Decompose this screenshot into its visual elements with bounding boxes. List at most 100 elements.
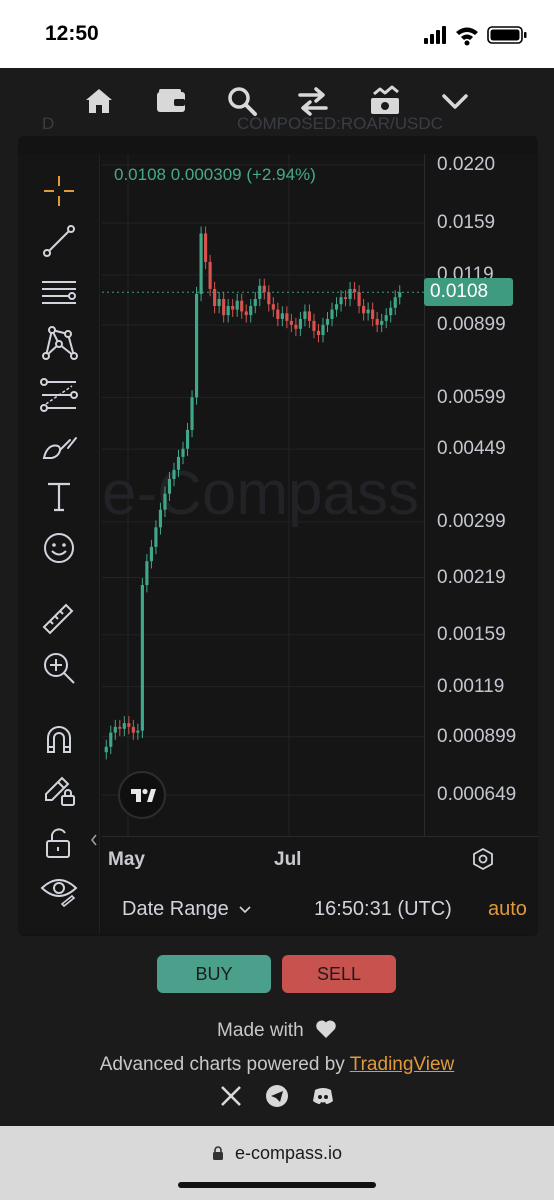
x-icon[interactable] [219,1084,243,1108]
search-icon[interactable] [225,84,259,118]
heart-icon [316,1020,336,1038]
powered-by-text: Advanced charts powered by TradingView [0,1054,554,1076]
horizontal-lines-icon[interactable] [38,272,80,314]
price-label: 0.00159 [437,623,506,645]
ohlc-legend: 0.0108 0.000309 (+2.94%) [114,165,316,184]
candle-body [163,493,167,510]
candle-body [380,320,384,325]
status-time: 12:50 [45,22,99,45]
chevron-down-icon[interactable] [438,84,472,118]
candle-body [325,318,330,325]
candle-body [366,309,370,314]
zoom-in-icon[interactable] [38,647,80,689]
chevron-down-icon [239,906,251,914]
lock-drawing-icon[interactable] [38,768,80,810]
candle-body [289,320,293,325]
candle-body [384,315,388,321]
candle-body [104,746,108,753]
powered-by-label: Advanced charts powered by [99,1054,350,1075]
trend-line-icon[interactable] [38,220,80,262]
candle-body [145,561,149,586]
candle-body [172,469,176,479]
price-label: 0.000649 [437,784,517,805]
unlock-icon[interactable] [38,822,80,864]
signal-icon [424,26,446,44]
candle-body [208,261,212,289]
candle-body [131,726,135,733]
candle-body [158,509,163,528]
candle-body [109,732,113,747]
candle-body [343,297,348,299]
price-label: 0.00449 [437,438,506,460]
emoji-icon[interactable] [38,527,80,569]
eye-icon[interactable] [38,870,80,912]
candle-body [285,313,289,321]
candle-body [222,298,226,316]
candle-body [253,298,257,306]
url-text[interactable]: e-compass.io [0,1143,554,1164]
time-label-may: May [108,849,145,870]
date-range-button[interactable]: Date Range [122,898,252,921]
candle-body [249,305,253,316]
symbol-label: COMPOSED:ROAR/USDC [237,114,443,133]
candle-body [140,585,144,731]
crosshair-icon[interactable] [38,170,80,212]
candle-body [204,233,208,262]
candle-body [149,546,153,562]
tradingview-icon [131,788,156,802]
candle-body [262,285,266,293]
url-label: e-compass.io [234,1143,343,1163]
ruler-icon[interactable] [38,597,80,639]
sell-button[interactable]: SELL [282,955,396,993]
home-icon[interactable] [82,84,116,118]
tradingview-logo[interactable] [118,771,166,819]
candle-body [154,527,158,547]
price-label: 0.00599 [437,386,506,408]
candle-body [398,292,402,298]
buy-button[interactable]: BUY [157,955,271,993]
date-range-label: Date Range [122,898,229,920]
candle-body [303,311,307,319]
interval-label[interactable]: D [42,114,54,134]
home-indicator [178,1182,376,1188]
candle-body [122,723,126,729]
candle-body [298,318,302,329]
utc-clock[interactable]: 16:50:31 (UTC) [314,898,452,921]
fib-icon[interactable] [38,374,80,416]
candle-body [389,307,393,316]
candle-body [217,298,221,306]
chart-settings-icon[interactable] [470,846,496,872]
discord-icon[interactable] [311,1084,335,1108]
made-with-text: Made with [0,1019,554,1042]
status-icons [424,26,527,46]
text-tool-icon[interactable] [38,476,80,518]
candle-body [276,309,280,319]
price-label: 0.00299 [437,510,506,532]
candle-body [267,292,271,305]
tradingview-link[interactable]: TradingView [350,1054,455,1075]
price-label: 0.0220 [437,154,496,175]
candle-body [113,726,117,733]
candle-body [375,318,379,325]
collapse-toolbar-icon[interactable] [88,832,100,848]
swap-icon[interactable] [296,84,330,118]
candle-body [294,324,298,329]
candle-body [362,305,366,314]
candle-body [199,233,203,294]
candle-body [127,723,131,727]
telegram-icon[interactable] [265,1084,289,1108]
wifi-icon [456,27,478,46]
brush-icon[interactable] [38,424,80,466]
magnet-icon[interactable] [38,718,80,760]
money-icon[interactable] [368,84,402,118]
candle-body [231,305,235,310]
candle-body [190,397,194,430]
auto-scale-button[interactable]: auto [488,898,527,921]
wallet-icon[interactable] [154,84,188,118]
candle-body [181,448,185,457]
pattern-icon[interactable] [38,322,80,364]
candle-body [321,324,325,336]
candle-body [339,297,343,305]
battery-icon [487,26,527,44]
candle-body [307,311,312,321]
